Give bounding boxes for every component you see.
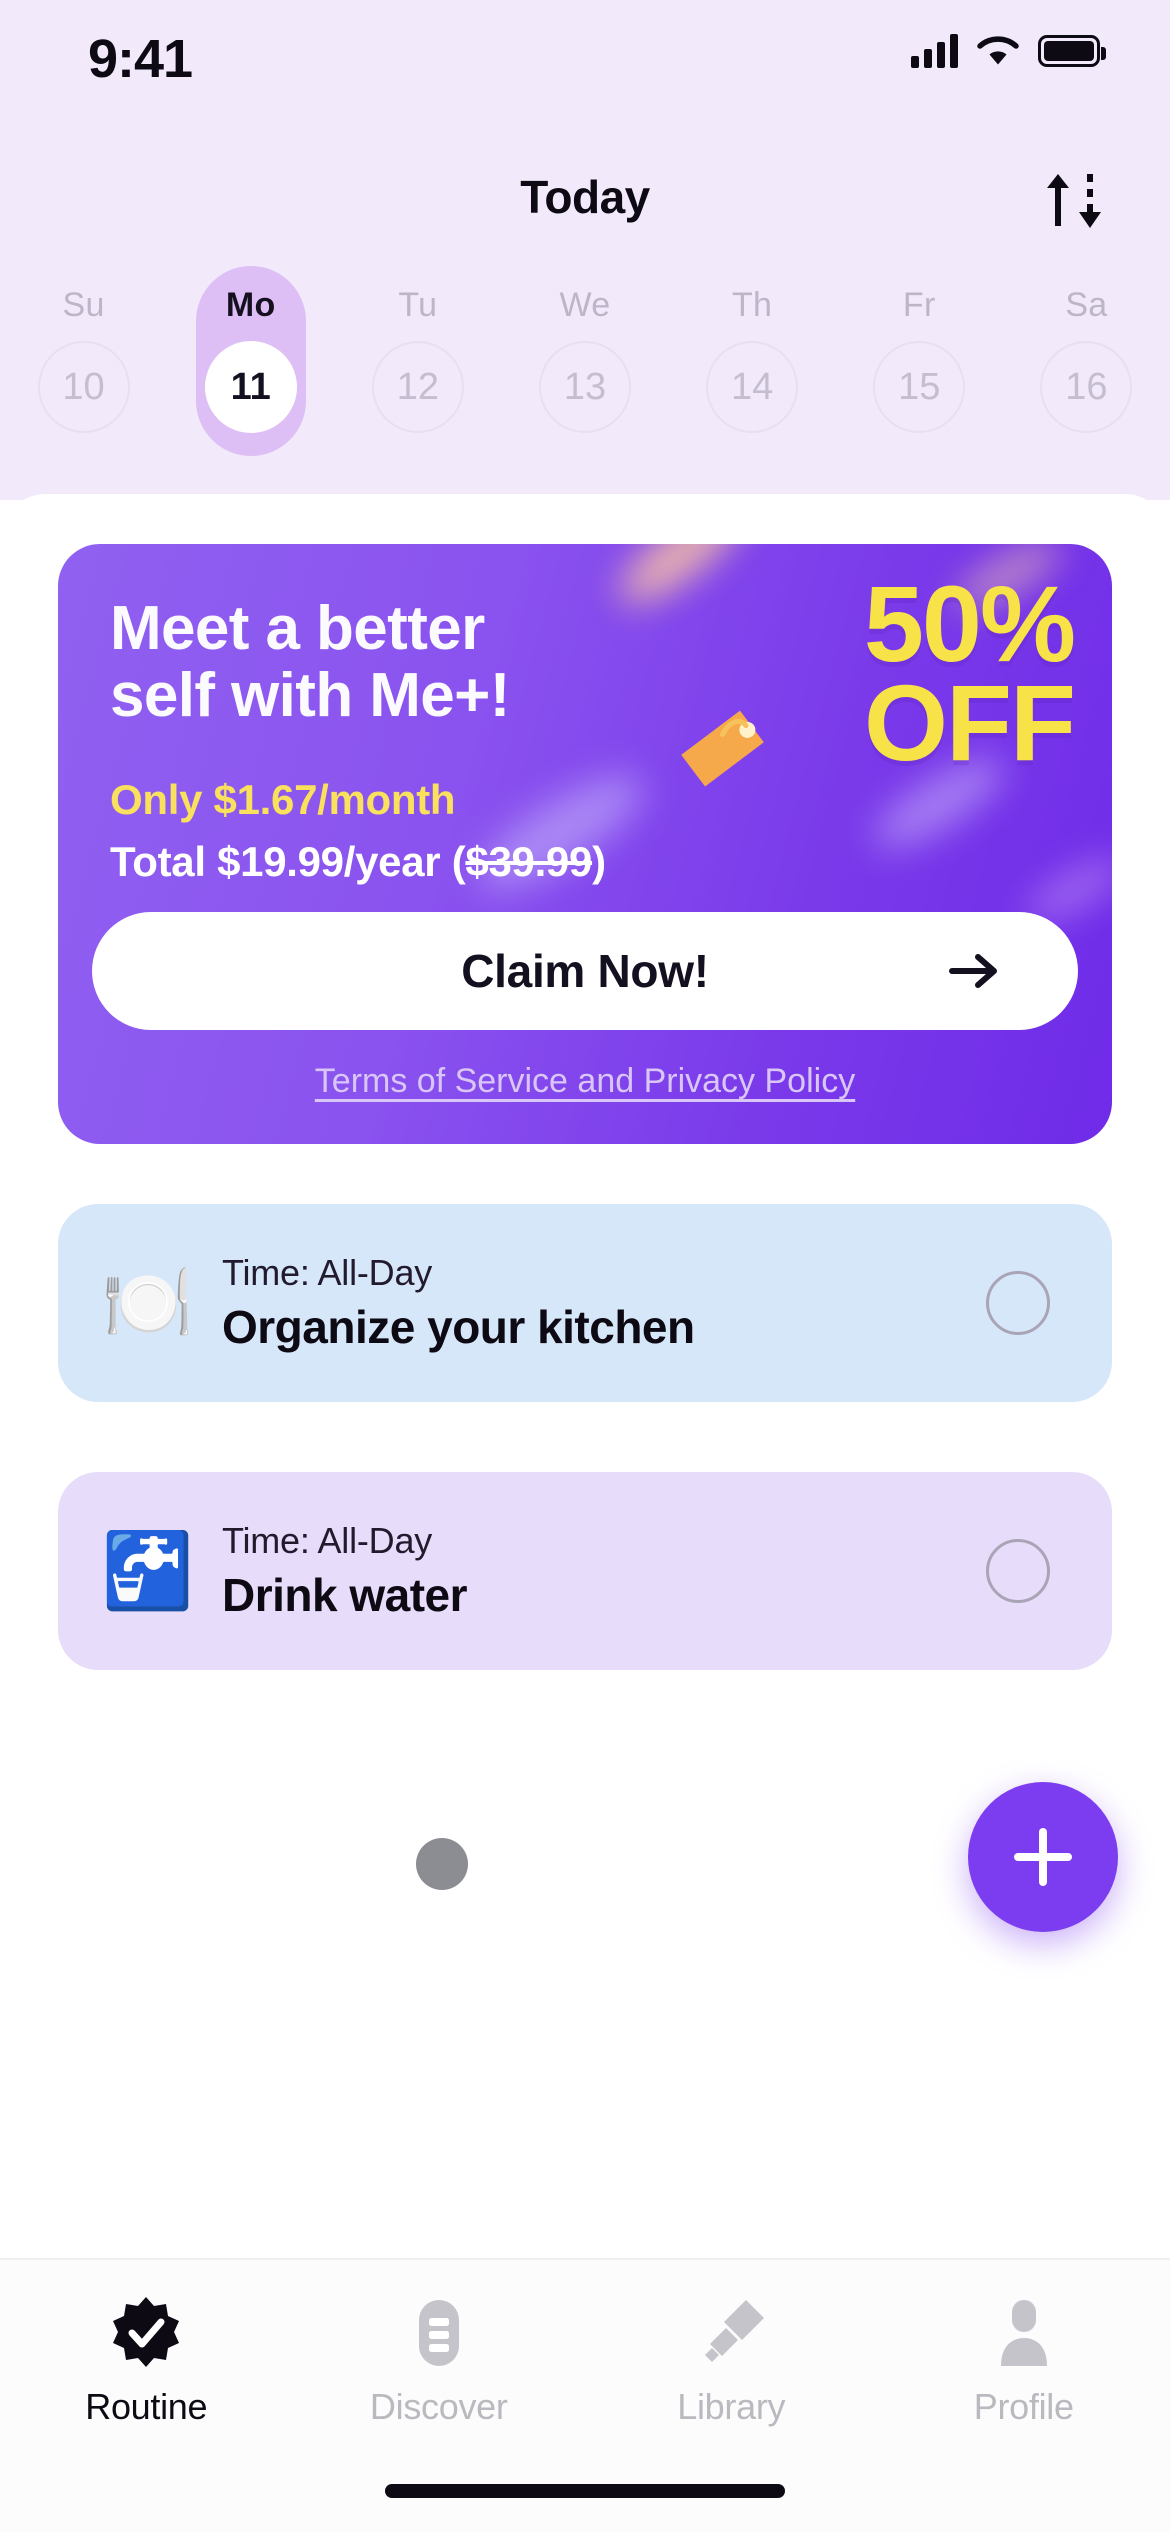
add-task-button[interactable] (968, 1782, 1118, 1932)
promo-banner[interactable]: Meet a better self with Me+! Only $1.67/… (58, 544, 1112, 1144)
terms-and-privacy-link[interactable]: Terms of Service and Privacy Policy (58, 1062, 1112, 1101)
battery-icon (1038, 35, 1106, 67)
app-screen: 9:41 Today Su 10 Mo 11 Tu 12 We 13 Th 14… (0, 0, 1170, 2532)
cellular-signal-icon (911, 34, 958, 68)
task-time: Time: All-Day (222, 1520, 433, 1561)
calendar-day-number: 13 (538, 341, 631, 433)
person-icon (985, 2294, 1063, 2372)
tab-discover[interactable]: Discover (293, 2294, 586, 2428)
page-title: Today (520, 171, 650, 223)
tab-label: Library (677, 2386, 786, 2427)
promo-discount-off: OFF (864, 662, 1076, 784)
promo-headline: Meet a better self with Me+! (110, 594, 510, 730)
calendar-day-number: 15 (873, 341, 966, 433)
task-card[interactable]: 🚰 Time: All-Day Drink water (58, 1472, 1112, 1670)
task-title: Organize your kitchen (222, 1301, 695, 1353)
status-bar-time: 9:41 (88, 29, 193, 89)
calendar-day-number: 14 (706, 341, 799, 433)
header-area: 9:41 Today Su 10 Mo 11 Tu 12 We 13 Th 14… (0, 0, 1170, 500)
calendar-day-5[interactable]: Fr 15 (836, 286, 1003, 466)
wifi-icon (977, 36, 1019, 65)
calendar-day-name: Su (62, 286, 105, 324)
calendar-day-0[interactable]: Su 10 (0, 286, 167, 466)
calendar-day-number: 11 (204, 341, 297, 433)
arrow-right-icon (949, 954, 997, 988)
home-indicator (385, 2484, 785, 2498)
bookmark-diamonds-icon (692, 2294, 770, 2372)
promo-discount-percent: 50% (863, 563, 1076, 684)
promo-headline-line1: Meet a better (110, 594, 485, 663)
tab-profile[interactable]: Profile (878, 2294, 1170, 2428)
calendar-day-name: We (559, 286, 611, 324)
task-text-block: Time: All-Day Organize your kitchen (222, 1252, 986, 1354)
fork-and-knife-with-plate-icon: 🍽️ (101, 1261, 195, 1344)
calendar-day-4[interactable]: Th 14 (669, 286, 836, 466)
calendar-day-1[interactable]: Mo 11 (167, 266, 334, 466)
claim-now-button[interactable]: Claim Now! (92, 912, 1078, 1030)
potable-water-icon: 🚰 (101, 1529, 195, 1612)
calendar-day-strip[interactable]: Su 10 Mo 11 Tu 12 We 13 Th 14 Fr 15 Sa 1… (0, 266, 1170, 466)
calendar-day-6[interactable]: Sa 16 (1003, 286, 1170, 466)
promo-discount-badge: 50% OFF (863, 563, 1076, 784)
tab-library[interactable]: Library (585, 2294, 878, 2428)
claim-now-label: Claim Now! (461, 945, 709, 997)
calendar-day-name: Th (731, 286, 773, 324)
promo-old-price: $39.99 (465, 838, 593, 885)
calendar-day-name: Fr (902, 286, 936, 324)
tab-label: Profile (973, 2386, 1074, 2427)
task-text-block: Time: All-Day Drink water (222, 1520, 986, 1622)
content-sheet: Meet a better self with Me+! Only $1.67/… (0, 494, 1170, 2258)
sort-arrows-icon[interactable] (1036, 168, 1112, 232)
decorative-flare-icon (607, 544, 755, 618)
calendar-day-number: 10 (37, 341, 130, 433)
bottom-tab-bar: Routine Discover Library Profile (0, 2258, 1170, 2532)
scroll-indicator-dot (416, 1838, 468, 1890)
calendar-day-number: 16 (1040, 341, 1133, 433)
calendar-day-number: 12 (371, 341, 464, 433)
status-bar-icons (911, 34, 1106, 68)
promo-monthly-price: Only $1.67/month (110, 776, 456, 823)
calendar-day-name: Mo (225, 286, 276, 324)
promo-total-price: Total $19.99/year ($39.99) (110, 838, 606, 886)
tab-label: Discover (369, 2386, 508, 2427)
tab-routine[interactable]: Routine (0, 2294, 293, 2428)
tab-label: Routine (85, 2386, 208, 2427)
task-card[interactable]: 🍽️ Time: All-Day Organize your kitchen (58, 1204, 1112, 1402)
calendar-day-name: Sa (1065, 286, 1108, 324)
promo-total-suffix: ) (592, 838, 606, 885)
calendar-day-2[interactable]: Tu 12 (334, 286, 501, 466)
task-time: Time: All-Day (222, 1252, 433, 1293)
task-complete-checkbox[interactable] (986, 1271, 1050, 1335)
promo-headline-line2: self with Me+! (110, 660, 510, 730)
promo-total-prefix: Total $19.99/year ( (110, 838, 466, 885)
list-capsule-icon (400, 2294, 478, 2372)
calendar-day-name: Tu (398, 286, 438, 324)
task-complete-checkbox[interactable] (986, 1539, 1050, 1603)
calendar-day-3[interactable]: We 13 (501, 286, 668, 466)
status-bar: 9:41 (0, 0, 1170, 110)
price-tag-icon (681, 710, 764, 787)
verified-check-badge-icon (107, 2294, 185, 2372)
task-title: Drink water (222, 1569, 468, 1621)
plus-icon (1014, 1828, 1072, 1886)
